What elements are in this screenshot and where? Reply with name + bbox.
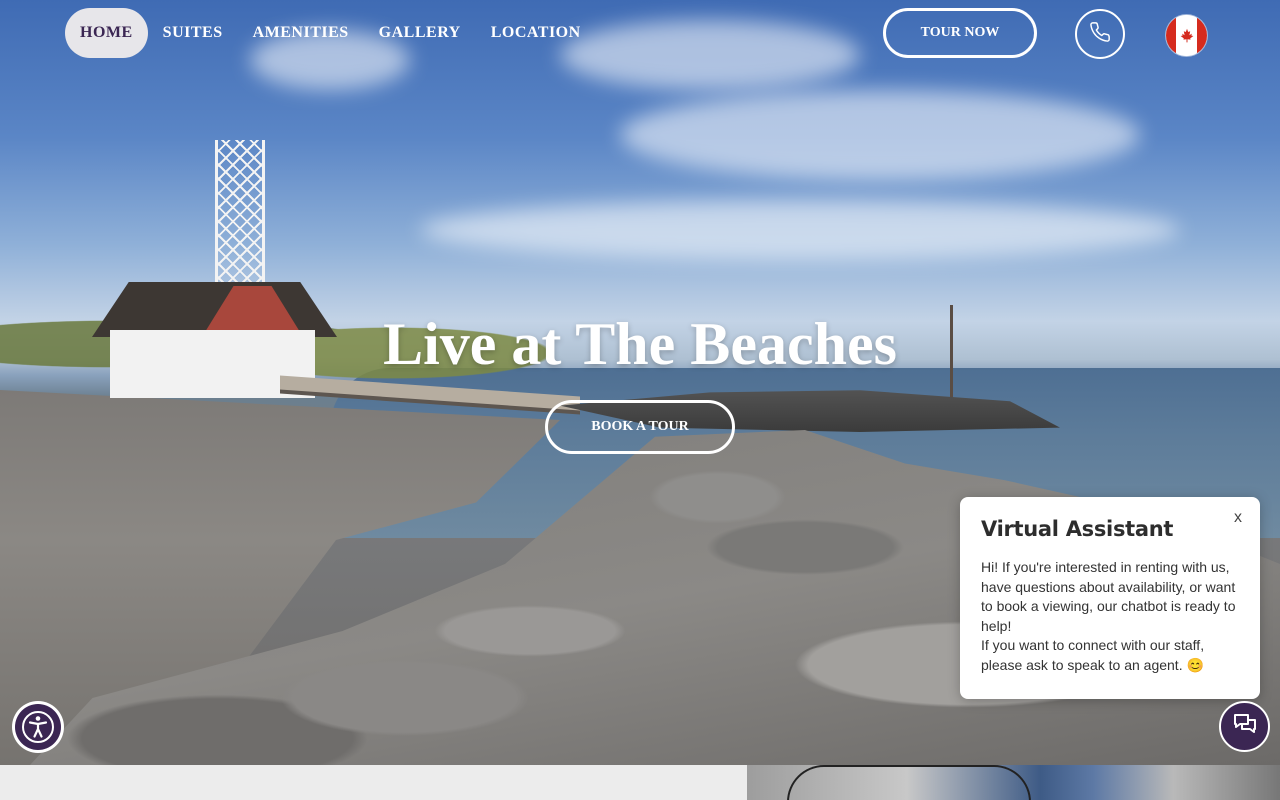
nav-item-amenities[interactable]: AMENITIES (238, 8, 364, 58)
nav-item-suites[interactable]: SUITES (148, 8, 238, 58)
nav-item-home[interactable]: HOME (65, 8, 148, 58)
main-nav: HOME SUITES AMENITIES GALLERY LOCATION (65, 8, 596, 58)
chat-title: Virtual Assistant (981, 517, 1174, 541)
nav-item-location[interactable]: LOCATION (476, 8, 596, 58)
chat-message-line: If you want to connect with our staff, p… (981, 637, 1205, 673)
chat-bubble-icon (1231, 710, 1259, 743)
cloud (620, 90, 1140, 180)
hero-title: Live at The Beaches (383, 311, 897, 377)
accessibility-icon (15, 704, 61, 750)
chat-launcher-button[interactable] (1219, 701, 1270, 752)
content-section-left (0, 765, 747, 800)
language-selector[interactable] (1166, 15, 1207, 56)
accessibility-button[interactable] (12, 701, 64, 753)
lifeguard-tower (215, 140, 265, 290)
cloud (420, 200, 1180, 260)
chat-close-button[interactable]: x (1234, 509, 1242, 527)
cloud (560, 20, 860, 90)
chat-message-line: Hi! If you're interested in renting with… (981, 559, 1236, 634)
canada-flag-icon (1176, 15, 1197, 56)
tour-now-button[interactable]: TOUR NOW (883, 8, 1037, 58)
content-section-image (747, 765, 1280, 800)
chat-message: Hi! If you're interested in renting with… (981, 558, 1238, 675)
nav-item-gallery[interactable]: GALLERY (364, 8, 476, 58)
phone-button[interactable] (1075, 9, 1125, 59)
phone-icon (1089, 21, 1111, 48)
virtual-assistant-popup: Virtual Assistant x Hi! If you're intere… (960, 497, 1260, 699)
book-tour-button[interactable]: BOOK A TOUR (545, 400, 735, 454)
